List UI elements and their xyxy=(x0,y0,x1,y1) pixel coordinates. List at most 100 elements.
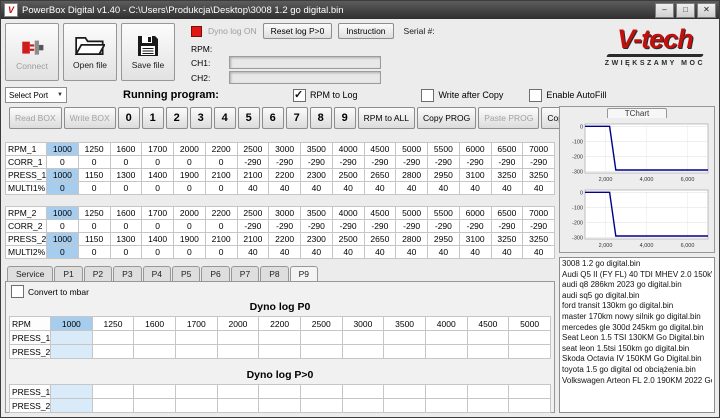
table-cell[interactable] xyxy=(174,330,218,345)
table-cell[interactable]: 1300 xyxy=(109,232,143,246)
table-cell[interactable] xyxy=(258,384,301,399)
table-cell[interactable]: 40 xyxy=(522,245,555,259)
table-cell[interactable]: 2100 xyxy=(204,232,238,246)
instruction-button[interactable]: Instruction xyxy=(338,23,394,39)
table-cell[interactable] xyxy=(216,384,260,399)
table-cell[interactable]: 1000 xyxy=(46,168,79,182)
table-cell[interactable] xyxy=(466,384,510,399)
table-cell[interactable]: 0 xyxy=(204,155,238,169)
table-cell[interactable] xyxy=(133,398,176,413)
table-cell[interactable]: 0 xyxy=(109,219,143,233)
table-cell[interactable] xyxy=(91,330,135,345)
tchart-tab[interactable]: TChart xyxy=(607,108,667,118)
file-list-item[interactable]: 3008 1.2 go digital.bin xyxy=(562,259,712,270)
tab-p5[interactable]: P5 xyxy=(171,266,201,281)
write-after-copy-checkbox[interactable]: Write after Copy xyxy=(421,88,503,102)
table-cell[interactable] xyxy=(341,344,385,359)
table-cell[interactable]: 4500 xyxy=(363,142,397,156)
table-cell[interactable]: 7000 xyxy=(522,206,555,220)
table-cell[interactable]: 2500 xyxy=(299,316,343,331)
table-cell[interactable]: 0 xyxy=(141,155,174,169)
table-cell[interactable]: 4500 xyxy=(363,206,397,220)
table-cell[interactable] xyxy=(341,384,385,399)
table-cell[interactable]: 0 xyxy=(46,181,79,195)
tab-p6[interactable]: P6 xyxy=(201,266,230,281)
table-cell[interactable]: 40 xyxy=(522,181,555,195)
table-cell[interactable]: 40 xyxy=(427,181,460,195)
table-cell[interactable]: 2200 xyxy=(204,206,238,220)
table-cell[interactable]: 1600 xyxy=(109,142,143,156)
table-cell[interactable]: 40 xyxy=(490,245,524,259)
table-cell[interactable]: 6500 xyxy=(490,206,524,220)
file-list-item[interactable]: Skoda Octavia IV 150KM Go Digital.bin xyxy=(562,354,712,365)
table-cell[interactable]: 0 xyxy=(109,155,143,169)
table-cell[interactable]: -290 xyxy=(458,219,492,233)
table-cell[interactable] xyxy=(466,398,510,413)
table-cell[interactable]: -290 xyxy=(331,219,365,233)
table-cell[interactable]: 0 xyxy=(141,219,174,233)
table-cell[interactable]: 0 xyxy=(204,219,238,233)
table-cell[interactable]: 3000 xyxy=(268,206,301,220)
table-cell[interactable]: 1000 xyxy=(46,206,79,220)
table-cell[interactable]: 2200 xyxy=(204,142,238,156)
table-cell[interactable]: 1250 xyxy=(77,206,111,220)
table-cell[interactable]: 1250 xyxy=(91,316,135,331)
file-list-item[interactable]: Audi Q5 II (FY FL) 40 TDI MHEV 2.0 150kW… xyxy=(562,270,712,281)
read-box-button[interactable]: Read BOX xyxy=(9,107,62,129)
digit-button-6[interactable]: 6 xyxy=(261,107,284,129)
table-cell[interactable] xyxy=(466,330,510,345)
convert-to-mbar-checkbox[interactable]: Convert to mbar xyxy=(11,285,551,298)
table-cell[interactable]: 7000 xyxy=(522,142,555,156)
table-cell[interactable] xyxy=(174,384,218,399)
table-cell[interactable] xyxy=(216,344,260,359)
open-file-button[interactable]: Open file xyxy=(63,23,117,81)
file-list-item[interactable]: Volkswagen Arteon FL 2.0 190KM 2022 Go D… xyxy=(562,376,712,387)
table-cell[interactable]: 0 xyxy=(173,181,206,195)
table-cell[interactable]: -290 xyxy=(236,155,270,169)
table-cell[interactable]: -290 xyxy=(331,155,365,169)
digit-button-3[interactable]: 3 xyxy=(189,107,212,129)
tab-p2[interactable]: P2 xyxy=(83,266,113,281)
table-cell[interactable]: 2000 xyxy=(173,206,206,220)
table-cell[interactable]: -290 xyxy=(300,155,333,169)
tab-p7[interactable]: P7 xyxy=(230,266,260,281)
table-cell[interactable]: -290 xyxy=(268,219,301,233)
table-cell[interactable] xyxy=(508,344,551,359)
table-cell[interactable]: 4500 xyxy=(466,316,510,331)
save-file-button[interactable]: Save file xyxy=(121,23,175,81)
table-cell[interactable]: 2500 xyxy=(236,206,270,220)
rpm-to-log-checkbox[interactable]: RPM to Log xyxy=(292,88,357,102)
table-cell[interactable] xyxy=(383,398,426,413)
table-cell[interactable]: 5000 xyxy=(395,206,428,220)
table-cell[interactable] xyxy=(341,398,385,413)
file-list-item[interactable]: audi q8 286km 2023 go digital.bin xyxy=(562,280,712,291)
table-cell[interactable]: -290 xyxy=(427,219,460,233)
table-cell[interactable]: 0 xyxy=(46,245,79,259)
table-cell[interactable]: 0 xyxy=(109,245,143,259)
table-cell[interactable]: -290 xyxy=(300,219,333,233)
table-cell[interactable] xyxy=(50,330,93,345)
table-cell[interactable]: 0 xyxy=(141,245,174,259)
file-list-item[interactable]: seat leon 1.5tsi 150km go digital.bin xyxy=(562,344,712,355)
table-cell[interactable]: 0 xyxy=(173,245,206,259)
table-cell[interactable]: -290 xyxy=(363,219,397,233)
table-cell[interactable] xyxy=(50,398,93,413)
table-cell[interactable] xyxy=(50,344,93,359)
table-cell[interactable]: 1700 xyxy=(174,316,218,331)
rpm-to-all-button[interactable]: RPM to ALL xyxy=(357,107,415,129)
table-cell[interactable]: 40 xyxy=(427,245,460,259)
table-cell[interactable]: 1300 xyxy=(109,168,143,182)
table-cell[interactable]: 0 xyxy=(46,155,79,169)
copy-prog-button[interactable]: Copy PROG xyxy=(417,107,477,129)
table-cell[interactable] xyxy=(258,344,301,359)
table-cell[interactable]: 2200 xyxy=(258,316,301,331)
table-cell[interactable]: 3100 xyxy=(458,232,492,246)
table-cell[interactable]: 40 xyxy=(458,181,492,195)
table-cell[interactable] xyxy=(50,384,93,399)
table-cell[interactable]: 2200 xyxy=(268,168,301,182)
table-cell[interactable]: 1000 xyxy=(50,316,93,331)
table-cell[interactable]: -290 xyxy=(363,155,397,169)
table-cell[interactable]: 1700 xyxy=(141,142,174,156)
table-cell[interactable]: 6000 xyxy=(458,142,492,156)
table-cell[interactable] xyxy=(341,330,385,345)
